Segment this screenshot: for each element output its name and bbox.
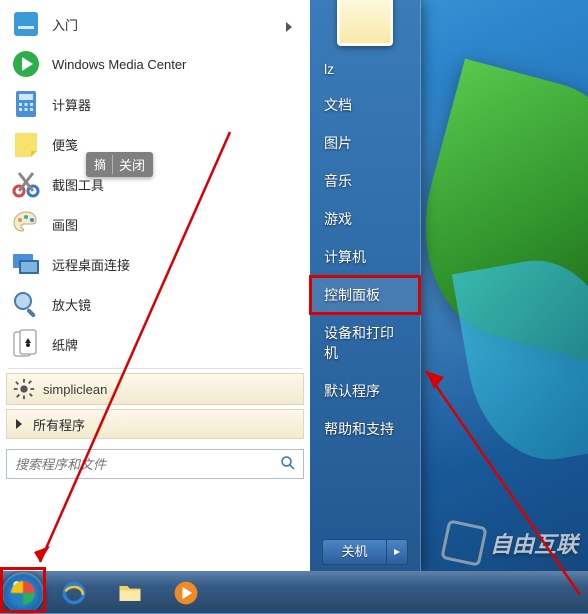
avatar-wrap [310, 0, 420, 46]
shutdown-options-arrow[interactable] [386, 539, 408, 565]
program-label: 入门 [52, 15, 286, 34]
program-simpliclean[interactable]: simpliclean [6, 373, 304, 405]
program-label: simpliclean [43, 382, 297, 397]
media-center-icon [10, 48, 42, 80]
right-item-7[interactable]: 设备和打印机 [310, 314, 420, 372]
divider [8, 368, 302, 369]
watermark-text: 自由互联 [490, 527, 578, 559]
program-label: 纸牌 [52, 335, 302, 354]
start-orb[interactable] [2, 572, 44, 614]
all-programs-label: 所有程序 [33, 415, 297, 434]
start-menu: 入门 Windows Media Center 计算器便笺截图工具画图远程桌面连接放… [0, 0, 421, 571]
program-item-magnifier[interactable]: 放大镜 [0, 284, 310, 324]
getting-started-icon [10, 8, 42, 40]
watermark-icon [440, 519, 487, 566]
remote-desktop-icon [10, 248, 42, 280]
program-item-remote-desktop[interactable]: 远程桌面连接 [0, 244, 310, 284]
sticky-notes-icon [10, 128, 42, 160]
right-item-2[interactable]: 图片 [310, 124, 420, 162]
program-label: 计算器 [52, 95, 302, 114]
program-item-getting-started[interactable]: 入门 [0, 4, 310, 44]
program-label: 放大镜 [52, 295, 302, 314]
program-item-snipping-tool[interactable]: 截图工具 [0, 164, 310, 204]
taskbar-ie[interactable] [48, 575, 100, 611]
spacer [310, 448, 420, 533]
shutdown-button[interactable]: 关机 [322, 539, 386, 565]
gear-icon [13, 378, 35, 400]
snipping-tool-icon [10, 168, 42, 200]
right-item-6[interactable]: 控制面板 [310, 276, 420, 314]
program-item-solitaire[interactable]: 纸牌 [0, 324, 310, 364]
all-programs[interactable]: 所有程序 [6, 409, 304, 439]
program-list: 入门 Windows Media Center 计算器便笺截图工具画图远程桌面连接放… [0, 4, 310, 364]
taskbar-explorer[interactable] [104, 575, 156, 611]
user-avatar[interactable] [337, 0, 393, 46]
tooltip-text: 摘 [94, 156, 106, 173]
taskbar [0, 571, 588, 613]
right-item-0[interactable]: lz [310, 52, 420, 86]
shutdown-group: 关机 [322, 539, 408, 565]
right-item-4[interactable]: 游戏 [310, 200, 420, 238]
search-row [6, 449, 304, 479]
taskbar-media-player[interactable] [160, 575, 212, 611]
solitaire-icon [10, 328, 42, 360]
tooltip-close-label[interactable]: 关闭 [112, 155, 145, 174]
program-item-sticky-notes[interactable]: 便笺 [0, 124, 310, 164]
program-label: 画图 [52, 215, 302, 234]
magnifier-icon [10, 288, 42, 320]
program-item-calculator[interactable]: 计算器 [0, 84, 310, 124]
taskbar-items [44, 575, 212, 611]
program-item-paint[interactable]: 画图 [0, 204, 310, 244]
right-items-list: lz文档图片音乐游戏计算机控制面板设备和打印机默认程序帮助和支持 [310, 52, 420, 448]
search-input[interactable] [6, 449, 304, 479]
search-icon [280, 455, 296, 471]
right-item-9[interactable]: 帮助和支持 [310, 410, 420, 448]
paint-icon [10, 208, 42, 240]
program-label: 远程桌面连接 [52, 255, 302, 274]
right-item-5[interactable]: 计算机 [310, 238, 420, 276]
right-item-3[interactable]: 音乐 [310, 162, 420, 200]
program-label: 便笺 [52, 135, 302, 154]
right-item-1[interactable]: 文档 [310, 86, 420, 124]
calculator-icon [10, 88, 42, 120]
watermark: 自由互联 [444, 523, 578, 563]
submenu-arrow-icon [286, 19, 296, 29]
program-label: Windows Media Center [52, 57, 302, 72]
right-item-8[interactable]: 默认程序 [310, 372, 420, 410]
program-item-media-center[interactable]: Windows Media Center [0, 44, 310, 84]
pin-tooltip: 摘 关闭 [86, 152, 153, 177]
program-label: 截图工具 [52, 175, 302, 194]
start-menu-left-pane: 入门 Windows Media Center 计算器便笺截图工具画图远程桌面连接放… [0, 0, 310, 571]
start-menu-right-pane: lz文档图片音乐游戏计算机控制面板设备和打印机默认程序帮助和支持 关机 [310, 0, 420, 571]
